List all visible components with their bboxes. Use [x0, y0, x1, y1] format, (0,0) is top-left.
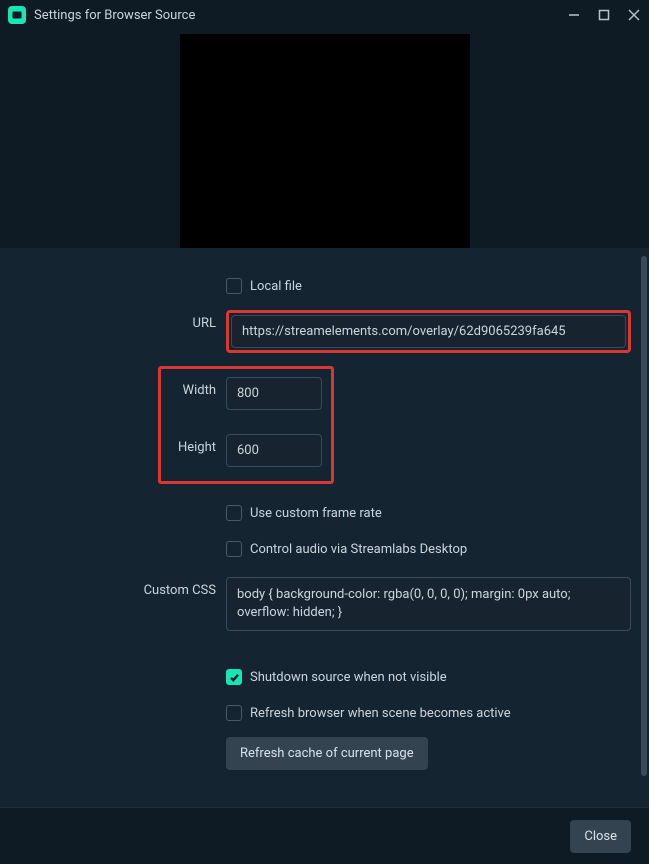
form-area: Local file URL Width Height Use custom f… [0, 248, 649, 807]
close-button[interactable] [627, 8, 641, 22]
url-label: URL [18, 310, 216, 331]
width-input[interactable] [226, 377, 322, 410]
close-dialog-button[interactable]: Close [570, 820, 631, 853]
custom-css-textarea[interactable]: body { background-color: rgba(0, 0, 0, 0… [226, 577, 631, 631]
titlebar: Settings for Browser Source [0, 0, 649, 30]
app-icon [8, 6, 26, 24]
window-title: Settings for Browser Source [34, 8, 559, 23]
width-label: Width [18, 377, 216, 398]
preview-area [0, 30, 649, 248]
local-file-checkbox[interactable] [226, 278, 242, 294]
window-controls [567, 8, 641, 22]
minimize-button[interactable] [567, 8, 581, 22]
height-input[interactable] [226, 434, 322, 467]
refresh-cache-button[interactable]: Refresh cache of current page [226, 737, 428, 770]
url-highlight [226, 310, 631, 353]
control-audio-label[interactable]: Control audio via Streamlabs Desktop [250, 542, 467, 557]
shutdown-checkbox[interactable] [226, 669, 242, 685]
preview-box [180, 34, 470, 248]
height-label: Height [18, 434, 216, 455]
maximize-button[interactable] [597, 8, 611, 22]
custom-fps-label[interactable]: Use custom frame rate [250, 506, 382, 521]
custom-fps-checkbox[interactable] [226, 505, 242, 521]
refresh-active-checkbox[interactable] [226, 705, 242, 721]
footer: Close [0, 807, 649, 864]
url-input[interactable] [231, 315, 626, 348]
shutdown-label[interactable]: Shutdown source when not visible [250, 670, 447, 685]
refresh-active-label[interactable]: Refresh browser when scene becomes activ… [250, 706, 511, 721]
scrollbar[interactable] [641, 256, 647, 796]
scrollbar-thumb[interactable] [641, 256, 647, 776]
control-audio-checkbox[interactable] [226, 541, 242, 557]
local-file-label[interactable]: Local file [250, 279, 302, 294]
custom-css-label: Custom CSS [18, 577, 216, 598]
